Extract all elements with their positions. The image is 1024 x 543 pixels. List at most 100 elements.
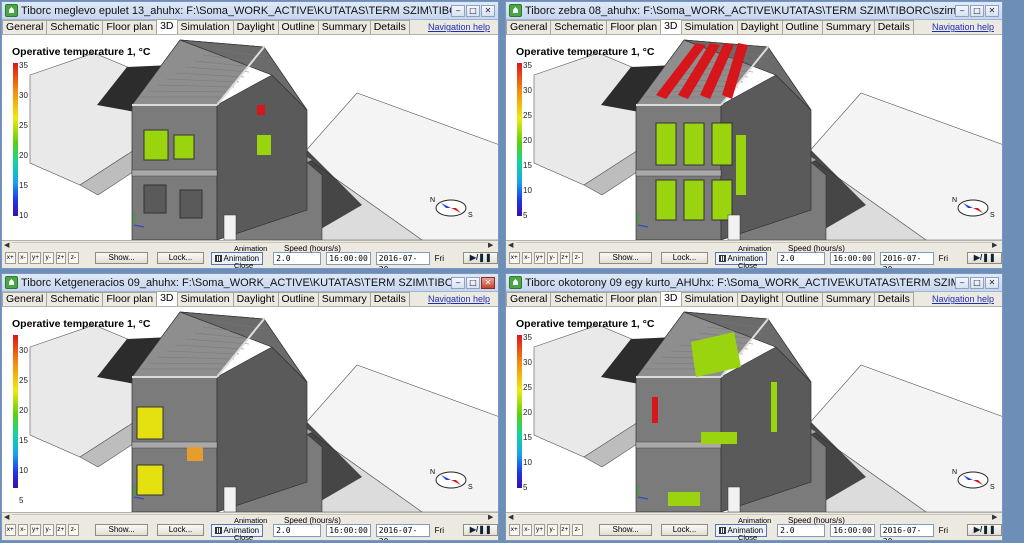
tab-floor-plan[interactable]: Floor plan (102, 292, 158, 306)
tab-general[interactable]: General (2, 292, 48, 306)
view-axis-button[interactable]: x+ (509, 252, 520, 264)
tab-daylight[interactable]: Daylight (736, 20, 783, 34)
view-axis-button[interactable]: y+ (30, 524, 41, 536)
tab-summary[interactable]: Summary (317, 292, 371, 306)
maximize-icon[interactable]: □ (466, 276, 480, 289)
scroll-right-icon[interactable]: ▶ (488, 513, 496, 521)
navigation-help-link[interactable]: Navigation help (932, 294, 994, 304)
tab-outline[interactable]: Outline (781, 20, 823, 34)
tab-daylight[interactable]: Daylight (232, 292, 279, 306)
3d-viewport[interactable]: Operative temperature 1, °C 35 30 25 20 15 10… (506, 35, 1002, 240)
view-axis-button[interactable]: x+ (509, 524, 520, 536)
close-icon[interactable]: ✕ (481, 4, 495, 17)
time-input[interactable]: 16:00:00 (830, 251, 875, 265)
time-input[interactable]: 16:00:00 (326, 523, 371, 537)
maximize-icon[interactable]: □ (970, 276, 984, 289)
tab-outline[interactable]: Outline (277, 292, 319, 306)
tab-details[interactable]: Details (873, 292, 914, 306)
3d-viewport[interactable]: Operative temperature 1, °C 35 30 25 20 15 10… (506, 307, 1002, 512)
play-pause-button[interactable]: ▶/❚❚ (967, 252, 1002, 264)
view-axis-button[interactable]: z- (572, 252, 583, 264)
tab-details[interactable]: Details (369, 292, 410, 306)
view-axis-button[interactable]: y- (546, 524, 558, 536)
show-button[interactable]: Show... (94, 252, 149, 264)
scroll-left-icon[interactable]: ◀ (508, 513, 516, 521)
play-pause-button[interactable]: ▶/❚❚ (463, 524, 498, 536)
view-axis-button[interactable]: x- (521, 252, 533, 264)
speed-input[interactable]: 2.0 (777, 523, 826, 537)
tab-daylight[interactable]: Daylight (736, 292, 783, 306)
view-axis-button[interactable]: z- (68, 524, 79, 536)
tab-schematic[interactable]: Schematic (46, 20, 104, 34)
lock-button[interactable]: Lock... (661, 524, 708, 536)
tab-3d[interactable]: 3D (660, 291, 682, 306)
tab-schematic[interactable]: Schematic (550, 292, 608, 306)
scroll-left-icon[interactable]: ◀ (4, 241, 12, 249)
scroll-left-icon[interactable]: ◀ (4, 513, 12, 521)
view-axis-button[interactable]: x- (521, 524, 533, 536)
close-icon[interactable]: ✕ (481, 276, 495, 289)
view-axis-button[interactable]: y- (42, 524, 54, 536)
navigation-help-link[interactable]: Navigation help (428, 294, 490, 304)
view-axis-button[interactable]: x+ (5, 524, 16, 536)
tab-schematic[interactable]: Schematic (550, 20, 608, 34)
scroll-right-icon[interactable]: ▶ (488, 241, 496, 249)
time-input[interactable]: 16:00:00 (326, 251, 371, 265)
view-axis-button[interactable]: y+ (30, 252, 41, 264)
scroll-right-icon[interactable]: ▶ (992, 513, 1000, 521)
tab-floor-plan[interactable]: Floor plan (606, 20, 662, 34)
view-axis-button[interactable]: y+ (534, 252, 545, 264)
tab-outline[interactable]: Outline (277, 20, 319, 34)
lock-button[interactable]: Lock... (157, 524, 204, 536)
minimize-icon[interactable]: ‒ (451, 276, 465, 289)
maximize-icon[interactable]: □ (970, 4, 984, 17)
speed-input[interactable]: 2.0 (777, 251, 826, 265)
lock-button[interactable]: Lock... (157, 252, 204, 264)
tab-general[interactable]: General (506, 292, 552, 306)
tab-floor-plan[interactable]: Floor plan (102, 20, 158, 34)
tab-3d[interactable]: 3D (660, 19, 682, 34)
tab-general[interactable]: General (2, 20, 48, 34)
view-axis-button[interactable]: z- (572, 524, 583, 536)
show-button[interactable]: Show... (598, 524, 653, 536)
tab-daylight[interactable]: Daylight (232, 20, 279, 34)
tab-schematic[interactable]: Schematic (46, 292, 104, 306)
tab-3d[interactable]: 3D (156, 291, 178, 306)
view-axis-button[interactable]: y+ (534, 524, 545, 536)
show-button[interactable]: Show... (94, 524, 149, 536)
navigation-help-link[interactable]: Navigation help (932, 22, 994, 32)
speed-input[interactable]: 2.0 (273, 523, 322, 537)
navigation-help-link[interactable]: Navigation help (428, 22, 490, 32)
time-input[interactable]: 16:00:00 (830, 523, 875, 537)
view-axis-button[interactable]: z- (68, 252, 79, 264)
tab-general[interactable]: General (506, 20, 552, 34)
minimize-icon[interactable]: ‒ (451, 4, 465, 17)
tab-3d[interactable]: 3D (156, 19, 178, 34)
tab-simulation[interactable]: Simulation (680, 20, 738, 34)
view-axis-button[interactable]: x- (17, 524, 29, 536)
minimize-icon[interactable]: ‒ (955, 4, 969, 17)
play-pause-button[interactable]: ▶/❚❚ (967, 524, 1002, 536)
scroll-right-icon[interactable]: ▶ (992, 241, 1000, 249)
tab-summary[interactable]: Summary (317, 20, 371, 34)
tab-summary[interactable]: Summary (821, 20, 875, 34)
close-icon[interactable]: ✕ (985, 276, 999, 289)
tab-details[interactable]: Details (873, 20, 914, 34)
tab-summary[interactable]: Summary (821, 292, 875, 306)
date-input[interactable]: 2016-07-20 (879, 251, 934, 268)
tab-simulation[interactable]: Simulation (680, 292, 738, 306)
view-axis-button[interactable]: x- (17, 252, 29, 264)
show-button[interactable]: Show... (598, 252, 653, 264)
close-icon[interactable]: ✕ (985, 4, 999, 17)
view-axis-button[interactable]: z+ (55, 252, 67, 264)
view-axis-button[interactable]: z+ (559, 252, 571, 264)
speed-input[interactable]: 2.0 (273, 251, 322, 265)
scroll-left-icon[interactable]: ◀ (508, 241, 516, 249)
view-axis-button[interactable]: x+ (5, 252, 16, 264)
date-input[interactable]: 2016-07-20 (375, 251, 430, 268)
tab-details[interactable]: Details (369, 20, 410, 34)
view-axis-button[interactable]: z+ (559, 524, 571, 536)
tab-simulation[interactable]: Simulation (176, 292, 234, 306)
minimize-icon[interactable]: ‒ (955, 276, 969, 289)
tab-simulation[interactable]: Simulation (176, 20, 234, 34)
